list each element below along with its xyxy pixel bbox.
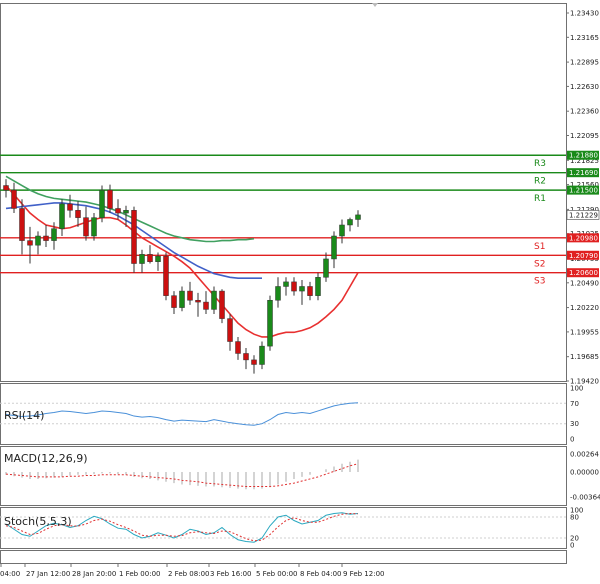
candle-body (83, 217, 89, 237)
candle-body (19, 208, 25, 241)
level-value-s3: 1.20600 (569, 269, 598, 277)
rsi-tick-label: 70 (570, 400, 579, 408)
candle-body (163, 255, 169, 296)
candle-body (115, 208, 121, 214)
candle-body (259, 345, 265, 365)
candle-body (171, 295, 177, 308)
candle-body (235, 341, 241, 354)
time-axis-label: 3 Feb 16:00 (210, 570, 251, 578)
candle-body (147, 254, 153, 262)
level-value-s2: 1.20790 (569, 252, 598, 260)
candle-body (27, 240, 33, 246)
level-label-r1: R1 (534, 194, 546, 204)
price-tick-label: 1.22895 (570, 59, 599, 67)
rsi-tick-label: 0 (570, 436, 574, 444)
level-value-s1: 1.20980 (569, 234, 598, 242)
panel-frame-stoch (0, 507, 567, 549)
candle-body (187, 290, 193, 301)
time-axis-label: 5 Feb 00:00 (256, 570, 297, 578)
time-axis-label: 9 Feb 12:00 (343, 570, 384, 578)
candle-body (123, 210, 129, 214)
candle-body (139, 254, 145, 264)
macd-tick-label: 0.00264 (570, 450, 599, 458)
macd-label: MACD(12,26,9) (4, 452, 88, 465)
candle-body (219, 290, 225, 319)
candle-body (227, 318, 233, 342)
candle-body (75, 210, 81, 218)
candle-body (91, 217, 97, 237)
level-label-s3: S3 (534, 277, 545, 287)
level-value-r3: 1.21880 (569, 152, 598, 160)
candle-body (323, 258, 329, 278)
candle-body (315, 277, 321, 296)
time-axis-label: 27 Jan 12:00 (26, 570, 70, 578)
candle-body (267, 299, 273, 347)
current-price-label: 1.21229 (569, 211, 598, 219)
time-axis-label: 04:00 (0, 570, 20, 578)
price-tick-label: 1.19955 (570, 328, 599, 336)
level-value-r2: 1.21690 (569, 169, 598, 177)
candle-body (195, 299, 201, 303)
stoch-tick-label: 80 (570, 514, 579, 522)
price-tick-label: 1.23165 (570, 34, 599, 42)
price-tick-label: 1.20490 (570, 279, 599, 287)
macd-tick-label: -0.00364 (570, 494, 600, 502)
candle-body (275, 286, 281, 301)
candle-body (59, 203, 65, 229)
candle-body (211, 290, 217, 310)
level-value-r1: 1.21500 (569, 187, 598, 195)
candle-body (51, 228, 57, 241)
rsi-tick-label: 100 (570, 385, 583, 393)
candle-body (67, 203, 73, 211)
candle-body (283, 281, 289, 287)
candle-body (307, 286, 313, 296)
price-tick-label: 1.19685 (570, 353, 599, 361)
candle-body (339, 224, 345, 237)
candle-body (291, 281, 297, 292)
candle-body (331, 235, 337, 260)
candle-body (155, 255, 161, 262)
candle-body (43, 235, 49, 241)
level-label-s2: S2 (534, 259, 545, 269)
candle-body (35, 235, 41, 246)
panel-frame-rsi (0, 383, 567, 445)
price-tick-label: 1.22095 (570, 132, 599, 140)
candle-body (131, 210, 137, 264)
candle-body (355, 214, 361, 220)
price-tick-label: 1.23430 (570, 10, 599, 18)
candle-body (11, 189, 17, 209)
time-axis-label: 2 Feb 08:00 (168, 570, 209, 578)
candle-body (3, 185, 9, 191)
price-tick-label: 1.22360 (570, 108, 599, 116)
time-axis-label: 28 Jan 20:00 (72, 570, 116, 578)
time-axis-label: 8 Feb 04:00 (300, 570, 341, 578)
candle-body (299, 286, 305, 292)
level-label-s1: S1 (534, 242, 545, 252)
level-label-r2: R2 (534, 177, 546, 187)
price-tick-label: 1.22630 (570, 83, 599, 91)
candle-body (107, 189, 113, 209)
stoch-label: Stoch(5,5,3) (4, 515, 72, 528)
price-tick-label: 1.20220 (570, 304, 599, 312)
candle-body (251, 359, 257, 365)
rsi-tick-label: 30 (570, 420, 579, 428)
candle-body (347, 219, 353, 226)
candle-body (243, 353, 249, 361)
candle-body (203, 301, 209, 310)
stoch-tick-label: 0 (570, 542, 574, 550)
macd-tick-label: 0.00000 (570, 469, 599, 477)
panel-frame-extra (0, 550, 567, 564)
candle-body (179, 290, 185, 308)
panel-frame-price (0, 3, 567, 382)
chart-svg: 1.23430 1.23165 1.22895 1.22630 1.22360 1.220… (0, 3, 600, 578)
time-axis-label: 1 Feb 00:00 (119, 570, 160, 578)
rsi-label: RSI(14) (4, 409, 44, 422)
candle-body (99, 189, 105, 218)
level-label-r3: R3 (534, 159, 546, 169)
